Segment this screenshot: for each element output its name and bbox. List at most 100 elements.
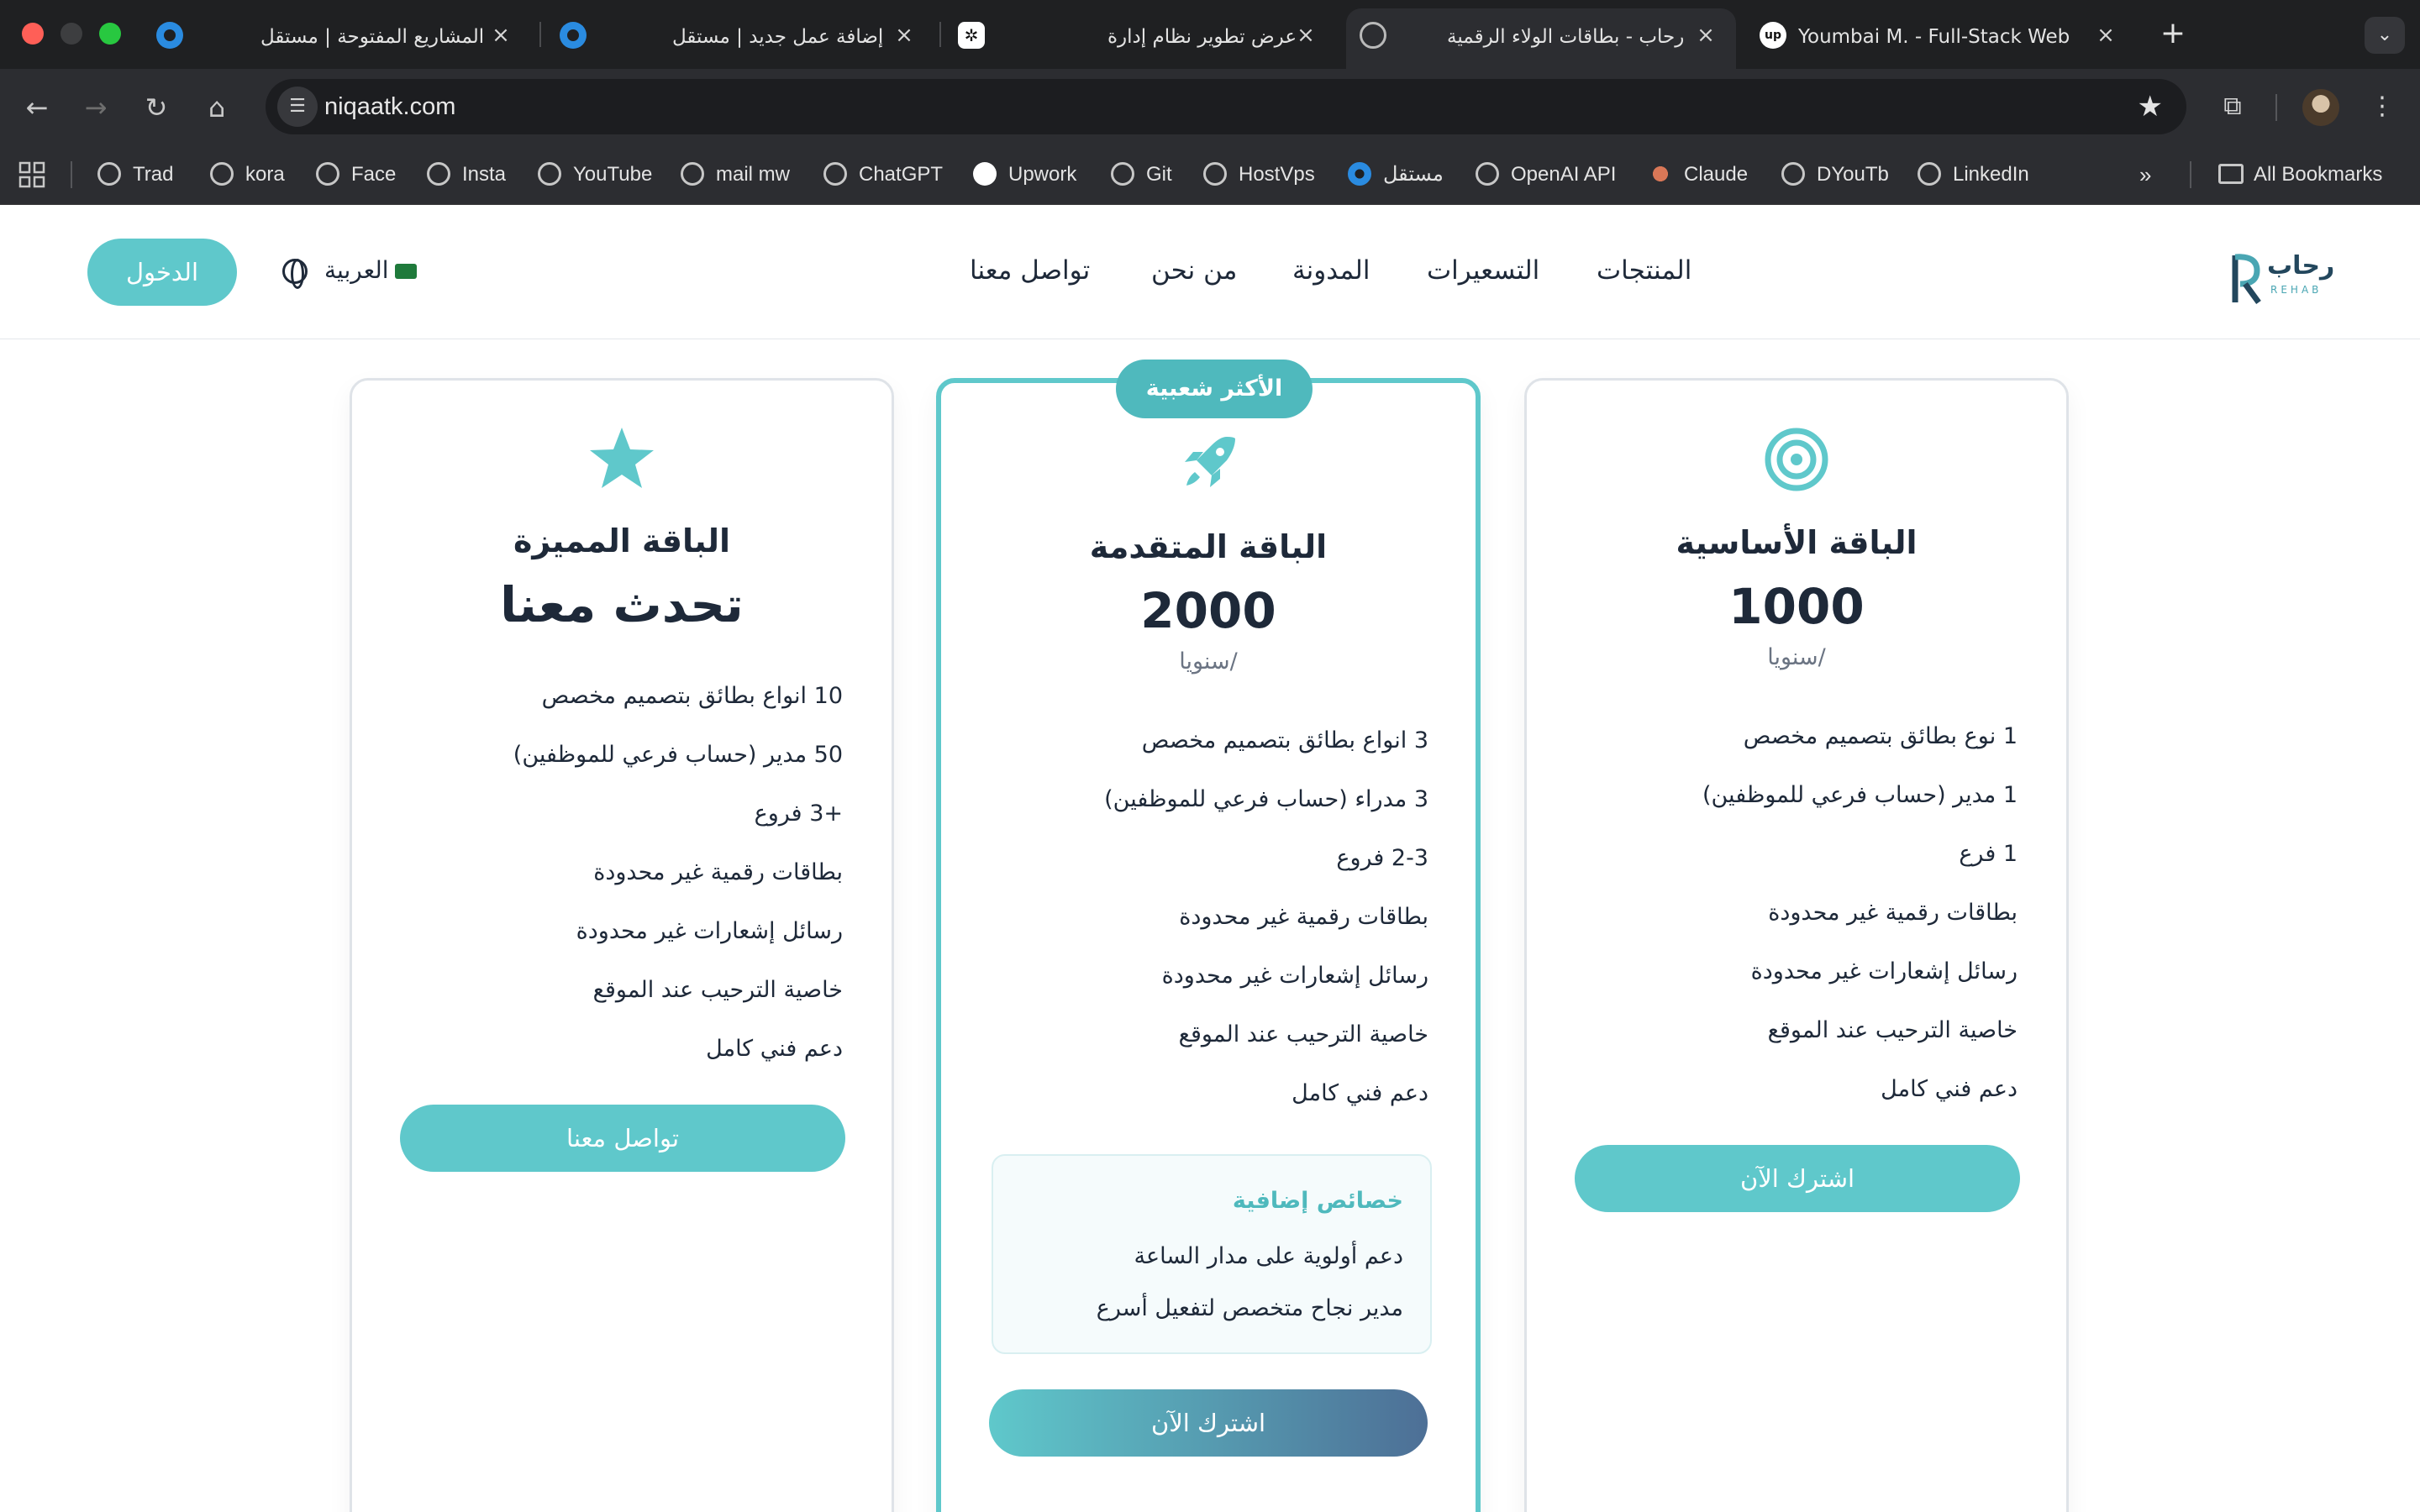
browser-tab[interactable]: ✲ عرض تطوير نظام إدارة × — [956, 8, 1351, 62]
bookmark-linkedin[interactable]: LinkedIn — [1918, 160, 2029, 190]
home-button[interactable]: ⌂ — [198, 89, 235, 126]
feature-item: رسائل إشعارات غير محدودة — [1161, 963, 1428, 989]
plan-price: 2000 — [1140, 582, 1276, 639]
chatgpt-icon: ✲ — [958, 22, 985, 49]
site-header: رحاب REHAB المنتجات التسعيرات المدونة من… — [0, 205, 2420, 339]
address-bar[interactable]: ☰ niqaatk.com ★ — [266, 79, 2186, 134]
nav-pricing[interactable]: التسعيرات — [1427, 254, 1539, 287]
bookmark-star-icon[interactable]: ★ — [2138, 91, 2163, 123]
globe-icon — [316, 161, 339, 186]
mostaql-icon — [156, 22, 183, 49]
tab-title: المشاريع المفتوحة | مستقل — [260, 26, 485, 48]
claude-icon — [1649, 161, 1672, 186]
window-close-button[interactable] — [22, 23, 44, 45]
back-button[interactable]: ← — [18, 89, 55, 126]
upwork-icon: up — [1760, 22, 1786, 49]
apps-grid-icon[interactable] — [18, 161, 45, 188]
globe-icon — [282, 259, 308, 289]
tab-title: رحاب - بطاقات الولاء الرقمية — [1447, 26, 1685, 48]
bookmarks-bar: Trad kora Face Insta YouTube mail mw Cha… — [0, 144, 2420, 205]
window-minimize-button[interactable] — [60, 23, 82, 45]
globe-icon — [1781, 161, 1805, 186]
mostaql-icon — [560, 22, 587, 49]
feature-item: 1 فرع — [1959, 841, 2018, 867]
browser-tab-active[interactable]: رحاب - بطاقات الولاء الرقمية × — [1346, 8, 1736, 69]
close-icon[interactable]: × — [1692, 22, 1719, 49]
close-icon[interactable]: × — [891, 22, 918, 49]
more-menu-icon[interactable]: ⋮ — [2363, 87, 2402, 126]
globe-icon — [97, 161, 121, 186]
close-icon[interactable]: × — [1292, 22, 1319, 49]
globe-icon — [1918, 161, 1941, 186]
plan-card-basic: الباقة الأساسية 1000 /سنويا 1 نوع بطائق … — [1524, 378, 2069, 1512]
nav-contact[interactable]: تواصل معنا — [970, 254, 1090, 287]
plan-features: 3 انواع بطائق بتصميم مخصص 3 مدراء (حساب … — [941, 726, 1428, 1137]
feature-item: دعم فني كامل — [1881, 1076, 2018, 1102]
bookmark-hostvps[interactable]: HostVps — [1203, 160, 1315, 190]
browser-tab-bar: المشاريع المفتوحة | مستقل × إضافة عمل جد… — [0, 0, 2420, 69]
tab-search-button[interactable]: ⌄ — [2365, 17, 2405, 54]
plan-card-premium: الباقة المميزة تحدث معنا 10 انواع بطائق … — [350, 378, 894, 1512]
site-settings-icon[interactable]: ☰ — [277, 87, 318, 127]
feature-item: 2-3 فروع — [1336, 845, 1428, 871]
bookmark-face[interactable]: Face — [316, 160, 396, 190]
contact-us-button[interactable]: تواصل معنا — [400, 1105, 845, 1172]
globe-icon — [1476, 161, 1499, 186]
nav-blog[interactable]: المدونة — [1292, 254, 1370, 287]
feature-item: 1 مدير (حساب فرعي للموظفين) — [1702, 782, 2018, 808]
plan-features: 10 انواع بطائق بتصميم مخصص 50 مدير (حساب… — [352, 681, 843, 1093]
login-button[interactable]: الدخول — [87, 239, 237, 306]
reload-button[interactable]: ↻ — [138, 89, 175, 126]
browser-tab[interactable]: المشاريع المفتوحة | مستقل × — [151, 8, 546, 62]
plan-name: الباقة المميزة — [513, 522, 731, 559]
bookmark-chatgpt[interactable]: ChatGPT — [823, 160, 943, 190]
feature-item: بطاقات رقمية غير محدودة — [593, 859, 843, 885]
bookmark-dyoutb[interactable]: DYouTb — [1781, 160, 1889, 190]
globe-icon — [427, 161, 450, 186]
window-zoom-button[interactable] — [99, 23, 121, 45]
bookmark-git[interactable]: Git — [1111, 160, 1172, 190]
feature-item: 10 انواع بطائق بتصميم مخصص — [541, 683, 843, 709]
profile-avatar[interactable] — [2302, 89, 2339, 126]
bookmark-mail-mw[interactable]: mail mw — [681, 160, 790, 190]
subscribe-button[interactable]: اشترك الآن — [989, 1389, 1428, 1457]
extra-feature-item: دعم أولوية على مدار الساعة — [1134, 1243, 1404, 1269]
bookmark-insta[interactable]: Insta — [427, 160, 506, 190]
feature-item: بطاقات رقمية غير محدودة — [1768, 900, 2018, 926]
target-icon — [1765, 428, 1828, 491]
browser-tab[interactable]: up Youmbai M. - Full-Stack Web × — [1751, 8, 2139, 62]
plan-name: الباقة الأساسية — [1676, 524, 1918, 561]
plan-name: الباقة المتقدمة — [1089, 528, 1328, 565]
close-icon[interactable]: × — [2092, 22, 2119, 49]
new-tab-button[interactable]: + — [2154, 15, 2191, 52]
close-icon[interactable]: × — [487, 22, 514, 49]
language-label: العربية — [324, 256, 389, 284]
extra-features-box: خصائص إضافية دعم أولوية على مدار الساعة … — [992, 1154, 1432, 1354]
bookmark-claude[interactable]: Claude — [1649, 160, 1748, 190]
feature-item: رسائل إشعارات غير محدودة — [576, 918, 843, 944]
globe-icon — [1360, 22, 1386, 49]
site-logo[interactable]: رحاب REHAB — [2228, 249, 2334, 307]
url-text: niqaatk.com — [324, 93, 456, 120]
feature-item: دعم فني كامل — [706, 1036, 843, 1062]
bookmark-kora[interactable]: kora — [210, 160, 285, 190]
bookmark-youtube[interactable]: YouTube — [538, 160, 652, 190]
feature-item: خاصية الترحيب عند الموقع — [592, 977, 843, 1003]
all-bookmarks-folder[interactable]: All Bookmarks — [2218, 160, 2382, 190]
tab-title: عرض تطوير نظام إدارة — [1107, 26, 1297, 48]
more-bookmarks-icon[interactable]: » — [2139, 160, 2151, 190]
bookmark-mostaql[interactable]: مستقل — [1348, 160, 1444, 190]
plan-price: تحدث معنا — [500, 576, 744, 633]
globe-icon — [681, 161, 704, 186]
extensions-icon[interactable]: ⧉ — [2213, 87, 2252, 126]
browser-tab[interactable]: إضافة عمل جديد | مستقل × — [555, 8, 950, 62]
tab-title: إضافة عمل جديد | مستقل — [672, 26, 884, 48]
bookmark-openai-api[interactable]: OpenAI API — [1476, 160, 1616, 190]
feature-item: 3 انواع بطائق بتصميم مخصص — [1141, 727, 1428, 753]
forward-button[interactable]: → — [77, 89, 114, 126]
bookmark-upwork[interactable]: Upwork — [973, 160, 1076, 190]
bookmark-trad[interactable]: Trad — [97, 160, 173, 190]
subscribe-button[interactable]: اشترك الآن — [1575, 1145, 2020, 1212]
nav-about[interactable]: من نحن — [1151, 254, 1237, 287]
nav-products[interactable]: المنتجات — [1597, 254, 1691, 287]
